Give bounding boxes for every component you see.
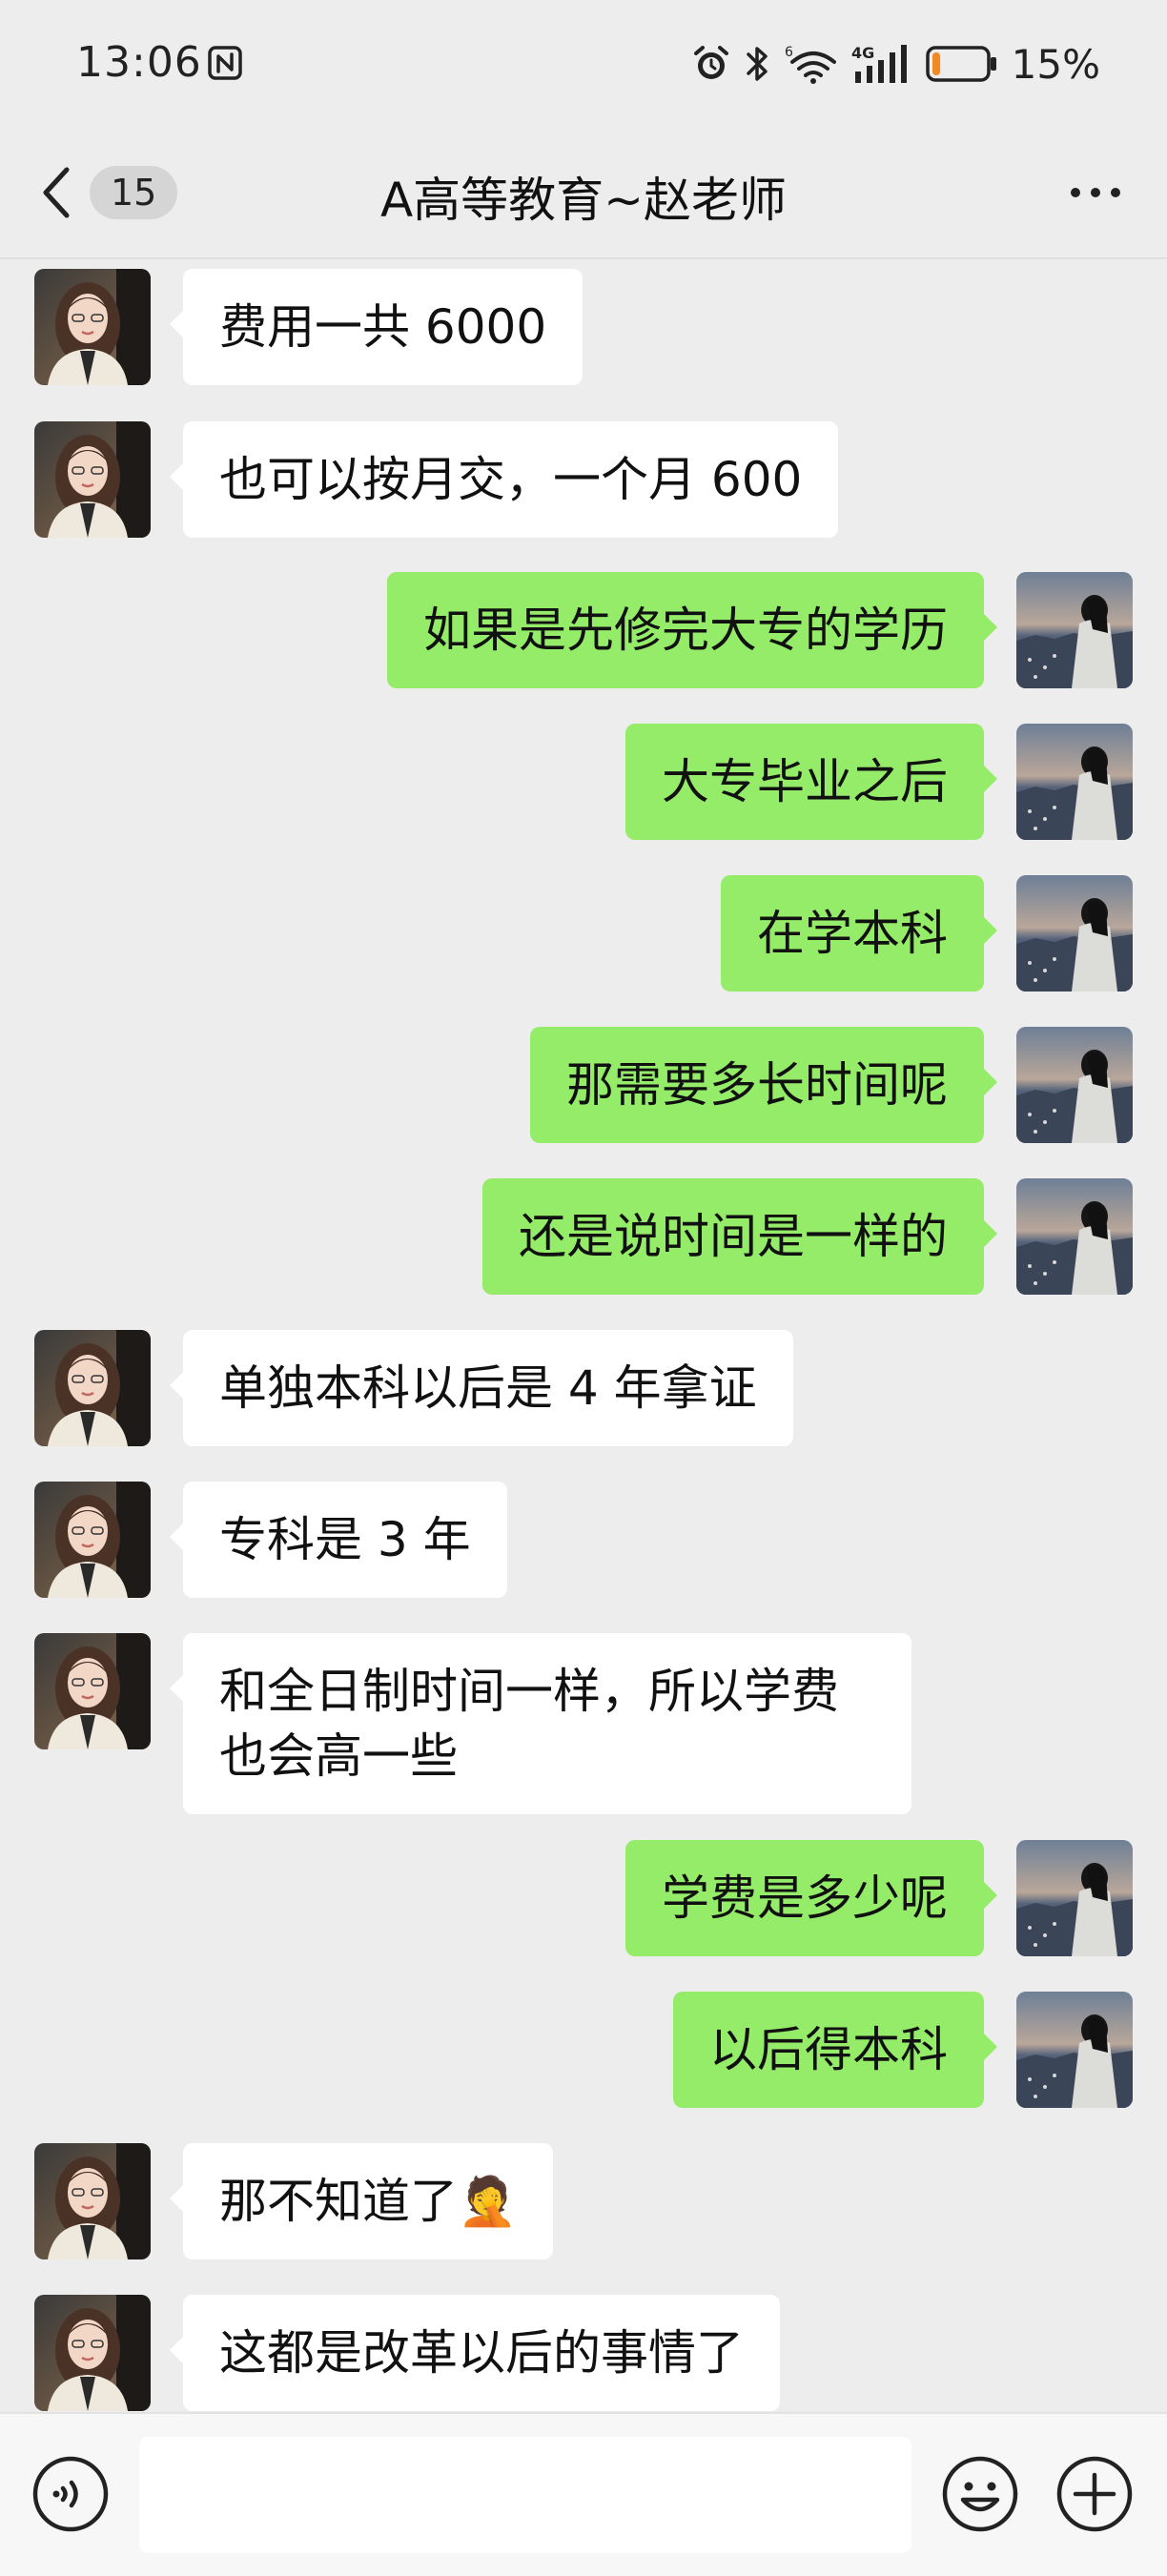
my-avatar[interactable] xyxy=(1016,1992,1133,2108)
contact-avatar[interactable] xyxy=(34,2295,151,2411)
input-bar xyxy=(0,2412,1167,2576)
contact-avatar[interactable] xyxy=(34,269,151,385)
message-bubble[interactable]: 还是说时间是一样的 xyxy=(482,1178,997,1295)
signal-label: 4G xyxy=(851,44,874,62)
contact-avatar[interactable] xyxy=(34,1482,151,1598)
signal-icon: 4G xyxy=(851,44,907,83)
wifi-icon: 6 xyxy=(785,45,836,84)
plus-icon[interactable] xyxy=(1054,2454,1135,2534)
message-bubble[interactable]: 那不知道了🤦 xyxy=(169,2143,554,2259)
contact-avatar[interactable] xyxy=(34,2143,151,2259)
message-bubble[interactable]: 也可以按月交，一个月 600 xyxy=(169,421,839,538)
alarm-icon xyxy=(693,46,728,79)
message-bubble[interactable]: 这都是改革以后的事情了 xyxy=(170,2295,780,2411)
message-list[interactable]: 费用一共 6000 也可以按月交，一个月 600 如果是先修完大专的学历大专毕业之后… xyxy=(0,259,1167,2412)
battery-percent: 15% xyxy=(1011,40,1100,88)
status-time: 13:06 xyxy=(76,38,202,87)
message-bubble[interactable]: 以后得本科 xyxy=(673,1992,997,2108)
battery-fill xyxy=(932,52,940,75)
message-bubble[interactable]: 大专毕业之后 xyxy=(625,724,997,840)
battery-icon xyxy=(925,46,996,82)
my-avatar[interactable] xyxy=(1016,572,1133,688)
message-bubble[interactable]: 和全日制时间一样，所以学费也会高一些 xyxy=(170,1633,911,1814)
status-icons: 6 4G 15% xyxy=(691,40,1100,88)
my-avatar[interactable] xyxy=(1016,1027,1133,1143)
message-bubble[interactable]: 如果是先修完大专的学历 xyxy=(387,572,997,688)
svg-text:6: 6 xyxy=(785,45,793,60)
contact-avatar[interactable] xyxy=(34,1633,151,1749)
message-bubble[interactable]: 在学本科 xyxy=(721,875,997,992)
message-bubble[interactable]: 学费是多少呢 xyxy=(625,1840,997,1956)
chat-header: 15 A高等教育~赵老师 xyxy=(0,133,1167,259)
my-avatar[interactable] xyxy=(1016,1840,1133,1956)
my-avatar[interactable] xyxy=(1016,875,1133,992)
message-bubble[interactable]: 那需要多长时间呢 xyxy=(530,1027,997,1143)
status-bar: 13:06 6 4G 15% xyxy=(0,0,1167,133)
contact-avatar[interactable] xyxy=(34,421,151,538)
message-bubble[interactable]: 费用一共 6000 xyxy=(169,269,584,385)
more-horizontal-icon[interactable] xyxy=(1062,164,1129,221)
chat-title: A高等教育~赵老师 xyxy=(379,173,788,228)
message-input[interactable] xyxy=(139,2437,911,2553)
message-bubble[interactable]: 专科是 3 年 xyxy=(170,1482,507,1598)
contact-avatar[interactable] xyxy=(34,1330,151,1446)
my-avatar[interactable] xyxy=(1016,1178,1133,1295)
bluetooth-icon xyxy=(746,47,768,81)
message-bubble[interactable]: 单独本科以后是 4 年拿证 xyxy=(170,1330,793,1446)
voice-input-icon[interactable] xyxy=(31,2454,111,2534)
nfc-icon xyxy=(208,46,242,80)
my-avatar[interactable] xyxy=(1016,724,1133,840)
emoji-icon[interactable] xyxy=(940,2454,1020,2534)
